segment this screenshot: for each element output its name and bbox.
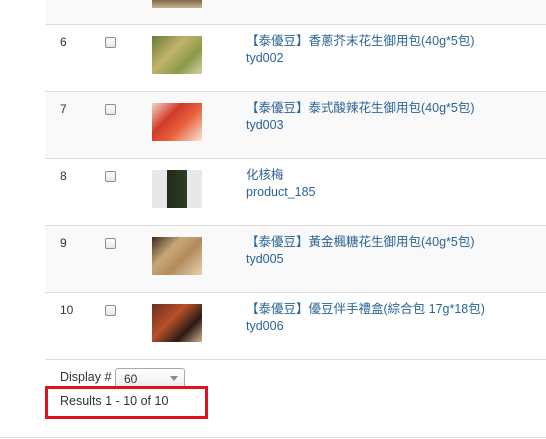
row-checkbox[interactable] <box>105 305 116 316</box>
product-name-link[interactable]: 【泰優豆】香蔥芥末花生御用包(40g*5包) <box>246 33 475 50</box>
table-row-partial <box>45 0 546 25</box>
row-number: 7 <box>60 102 67 116</box>
product-name-link[interactable]: 化核梅 <box>246 167 284 184</box>
product-sku-link[interactable]: product_185 <box>246 184 316 201</box>
product-table: 6 【泰優豆】香蔥芥末花生御用包(40g*5包) tyd002 7 【泰優豆】泰… <box>45 25 546 360</box>
product-thumbnail[interactable] <box>152 36 202 74</box>
product-list-page: 6 【泰優豆】香蔥芥末花生御用包(40g*5包) tyd002 7 【泰優豆】泰… <box>0 0 546 439</box>
table-row: 8 化核梅 product_185 <box>45 159 546 226</box>
row-checkbox[interactable] <box>105 171 116 182</box>
row-checkbox[interactable] <box>105 104 116 115</box>
table-row: 6 【泰優豆】香蔥芥末花生御用包(40g*5包) tyd002 <box>45 25 546 92</box>
product-sku-link[interactable]: tyd002 <box>246 50 284 67</box>
product-thumbnail[interactable] <box>152 304 202 342</box>
highlight-annotation <box>45 386 208 419</box>
table-row: 9 【泰優豆】黃金楓糖花生御用包(40g*5包) tyd005 <box>45 226 546 293</box>
row-number: 6 <box>60 35 67 49</box>
product-sku-link[interactable]: tyd006 <box>246 318 284 335</box>
display-count-label: Display # <box>60 370 112 384</box>
row-checkbox[interactable] <box>105 238 116 249</box>
product-sku-link[interactable]: tyd003 <box>246 117 284 134</box>
product-sku-link[interactable]: tyd005 <box>246 251 284 268</box>
row-number: 9 <box>60 236 67 250</box>
product-name-link[interactable]: 【泰優豆】黃金楓糖花生御用包(40g*5包) <box>246 234 475 251</box>
product-name-link[interactable]: 【泰優豆】優豆伴手禮盒(綜合包 17g*18包) <box>246 301 485 318</box>
display-count-value: 60 <box>124 372 138 386</box>
row-checkbox[interactable] <box>105 37 116 48</box>
product-thumbnail[interactable] <box>152 103 202 141</box>
product-name-link[interactable]: 【泰優豆】泰式酸辣花生御用包(40g*5包) <box>246 100 475 117</box>
display-count-select[interactable]: 60 <box>115 368 185 388</box>
product-thumbnail-partial <box>152 0 202 8</box>
table-row: 7 【泰優豆】泰式酸辣花生御用包(40g*5包) tyd003 <box>45 92 546 159</box>
chevron-down-icon <box>170 376 178 381</box>
row-number: 10 <box>60 303 74 317</box>
row-number: 8 <box>60 169 67 183</box>
product-thumbnail[interactable] <box>152 170 202 208</box>
table-row: 10 【泰優豆】優豆伴手禮盒(綜合包 17g*18包) tyd006 <box>45 293 546 360</box>
product-thumbnail[interactable] <box>152 237 202 275</box>
divider <box>0 437 546 438</box>
